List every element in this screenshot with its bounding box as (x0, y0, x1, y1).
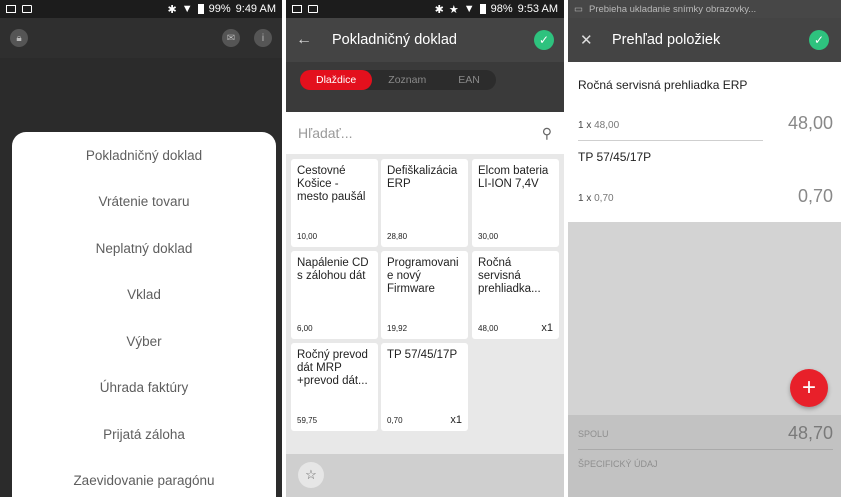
battery-icon (197, 4, 204, 14)
close-icon[interactable]: ✕ (580, 31, 612, 49)
tile-name: Defiškalizácia ERP (387, 165, 458, 190)
tile-name: TP 57/45/17P (387, 349, 458, 361)
screenshot-icon: ▭ (574, 3, 583, 15)
unit-price: 0,70 (594, 193, 614, 204)
screenshot-notification: ▭ Prebieha ukladanie snímky obrazovky... (568, 0, 841, 18)
add-item-button[interactable]: + (790, 369, 828, 407)
tile-quantity: x1 (450, 414, 462, 426)
clock: 9:49 AM (235, 3, 276, 15)
toolbar: ← Pokladničný doklad ✓ (286, 18, 564, 62)
screen-document-types: ✱ ▼ 99% 9:49 AM 🔒︎ ✉ i Pokladničný dokla… (0, 0, 282, 497)
confirm-button[interactable]: ✓ (534, 30, 554, 50)
page-title: Pokladničný doklad (332, 32, 457, 48)
tab-ean[interactable]: EAN (442, 70, 496, 90)
tile-price: 28,80 (387, 232, 408, 241)
menu-item-vratenie-tovaru[interactable]: Vrátenie tovaru (12, 179, 276, 226)
tile-price: 48,00 (478, 324, 499, 333)
item-name[interactable]: Ročná servisná prehliadka ERP (578, 78, 747, 92)
bottom-bar: ☆ (286, 454, 564, 497)
quantity-count: 1 x (578, 120, 592, 131)
product-tile[interactable]: Ročná servisná prehliadka... 48,00 x1 (472, 251, 559, 339)
unit-price: 48,00 (594, 120, 620, 131)
gallery-icon (6, 5, 16, 13)
tile-name: Elcom bateria LI-ION 7,4V (478, 165, 549, 190)
menu-item-neplatny-doklad[interactable]: Neplatný doklad (12, 225, 276, 272)
summary-footer: SPOLU 48,70 ŠPECIFICKÝ ÚDAJ (568, 415, 841, 497)
lock-icon[interactable]: 🔒︎ (10, 29, 28, 47)
back-arrow-icon[interactable]: ← (296, 31, 332, 49)
tile-price: 10,00 (297, 232, 318, 241)
tab-zoznam[interactable]: Zoznam (372, 70, 442, 90)
menu-item-vklad[interactable]: Vklad (12, 272, 276, 319)
clock: 9:53 AM (517, 3, 558, 15)
menu-item-pokladnicny-doklad[interactable]: Pokladničný doklad (12, 132, 276, 179)
star-icon: ★ (448, 3, 459, 16)
specific-data-field[interactable]: ŠPECIFICKÝ ÚDAJ (578, 459, 658, 469)
product-tile[interactable]: Defiškalizácia ERP 28,80 (381, 159, 468, 247)
confirm-button[interactable]: ✓ (809, 30, 829, 50)
notification-text: Prebieha ukladanie snímky obrazovky... (588, 3, 757, 15)
battery-icon (479, 4, 486, 14)
menu-item-uhrada-faktury[interactable]: Úhrada faktúry (12, 365, 276, 412)
sum-value: 48,70 (787, 423, 833, 443)
tile-name: Ročný prevod dát MRP +prevod dát... (297, 349, 368, 387)
status-bar: ✱ ▼ 99% 9:49 AM (0, 0, 282, 18)
page-title: Prehľad položiek (612, 32, 721, 48)
item-total: 0,70 (797, 186, 833, 206)
status-bar: ✱ ★ ▼ 98% 9:53 AM (286, 0, 564, 18)
product-tile[interactable]: TP 57/45/17P 0,70 x1 (381, 343, 468, 431)
battery-level: 99% (208, 3, 231, 15)
tile-price: 59,75 (297, 416, 318, 425)
wifi-icon: ▼ (463, 3, 475, 15)
search-icon[interactable]: ⚲ (542, 125, 552, 142)
product-grid: Cestovné Košice - mesto paušál 10,00 Def… (286, 154, 564, 454)
item-quantity: 1 x 48,00 (578, 120, 619, 131)
tile-name: Napálenie CD s zálohou dát (297, 257, 369, 282)
printer-icon (22, 5, 32, 13)
tile-price: 30,00 (478, 232, 499, 241)
menu-item-zaevidovanie-paragonu[interactable]: Zaevidovanie paragónu (12, 458, 276, 497)
screen-receipt: ✱ ★ ▼ 98% 9:53 AM ← Pokladničný doklad ✓… (286, 0, 564, 497)
toolbar: ✕ Prehľad položiek ✓ (568, 18, 841, 62)
menu-item-prijata-zaloha[interactable]: Prijatá záloha (12, 411, 276, 458)
tile-name: Cestovné Košice - mesto paušál (297, 165, 366, 203)
product-tile[interactable]: Ročný prevod dát MRP +prevod dát... 59,7… (291, 343, 378, 431)
footer-divider (578, 449, 833, 450)
tab-dlazdice[interactable]: Dlaždice (300, 70, 373, 90)
screen-items-overview: ▭ Prebieha ukladanie snímky obrazovky...… (568, 0, 841, 497)
mail-icon[interactable]: ✉ (222, 29, 240, 47)
menu-item-vyber[interactable]: Výber (12, 318, 276, 365)
product-tile[interactable]: Napálenie CD s zálohou dát 6,00 (291, 251, 378, 339)
tile-quantity: x1 (541, 322, 553, 334)
tile-price: 19,92 (387, 324, 408, 333)
favorite-star-button[interactable]: ☆ (298, 462, 324, 488)
toolbar: 🔒︎ ✉ i (0, 18, 282, 58)
quantity-count: 1 x (578, 193, 592, 204)
view-switcher: Dlaždice Zoznam EAN (286, 62, 564, 98)
search-input[interactable]: Hľadať... (298, 125, 542, 141)
bluetooth-icon: ✱ (434, 3, 444, 16)
tile-name: Ročná servisná prehliadka... (478, 257, 541, 295)
item-total: 48,00 (787, 113, 833, 133)
sum-label: SPOLU (578, 429, 609, 439)
tile-price: 6,00 (297, 324, 313, 333)
battery-level: 98% (490, 3, 513, 15)
info-icon[interactable]: i (254, 29, 272, 47)
product-tile[interactable]: Programovani e nový Firmware 19,92 (381, 251, 468, 339)
search-bar: Hľadať... ⚲ (286, 112, 564, 154)
item-name[interactable]: TP 57/45/17P (578, 150, 651, 164)
gallery-icon (292, 5, 302, 13)
row-divider (578, 140, 763, 141)
tile-name: Programovani e nový Firmware (387, 257, 459, 295)
wifi-icon: ▼ (181, 3, 193, 15)
document-type-sheet: Pokladničný doklad Vrátenie tovaru Nepla… (12, 132, 276, 497)
tile-price: 0,70 (387, 416, 403, 425)
bluetooth-icon: ✱ (167, 3, 177, 16)
product-tile[interactable]: Cestovné Košice - mesto paušál 10,00 (291, 159, 378, 247)
printer-icon (308, 5, 318, 13)
product-tile[interactable]: Elcom bateria LI-ION 7,4V 30,00 (472, 159, 559, 247)
item-quantity: 1 x 0,70 (578, 193, 614, 204)
